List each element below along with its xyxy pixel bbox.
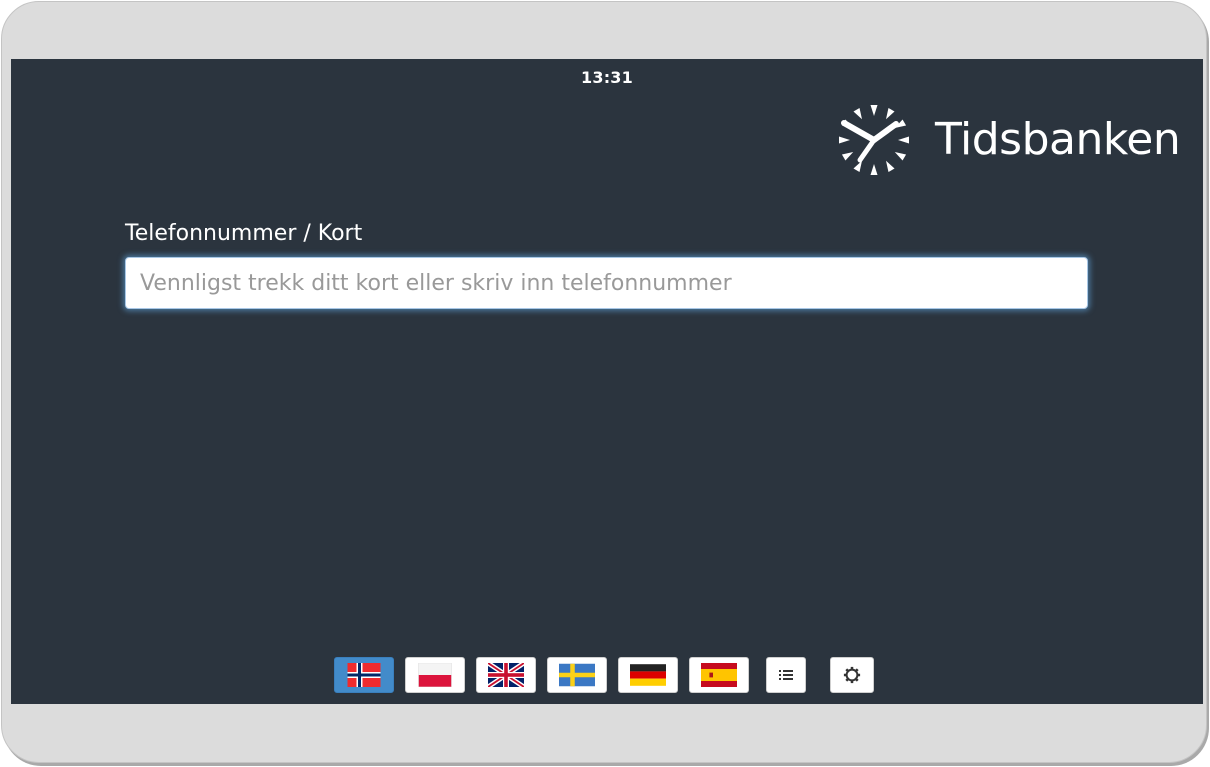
tidsbanken-clock-logo-icon [835, 101, 913, 179]
phone-card-input[interactable] [125, 257, 1088, 309]
flag-poland-icon [418, 663, 452, 687]
flag-uk-icon [488, 663, 524, 687]
kiosk-screen: 13:31 Tidsbanken Telefonnummer / Kort Ve… [11, 59, 1203, 704]
gear-icon [843, 666, 861, 684]
device-frame: 13:31 Tidsbanken Telefonnummer / Kort Ve… [1, 1, 1207, 763]
brand-name: Tidsbanken [935, 114, 1181, 165]
flag-sweden-icon [559, 663, 595, 687]
language-button-spanish[interactable] [689, 657, 749, 693]
clock-time: 13:31 [581, 68, 633, 87]
settings-button[interactable] [830, 657, 874, 693]
flag-norway-icon [347, 663, 381, 687]
language-button-polish[interactable] [405, 657, 465, 693]
language-button-swedish[interactable] [547, 657, 607, 693]
brand-logo: Tidsbanken [835, 101, 1181, 179]
language-button-norwegian[interactable] [334, 657, 394, 693]
language-button-english[interactable] [476, 657, 536, 693]
flag-spain-icon [701, 663, 737, 687]
language-toolbar [11, 657, 1203, 697]
language-button-german[interactable] [618, 657, 678, 693]
phone-card-label: Telefonnummer / Kort [125, 221, 363, 246]
flag-germany-icon [630, 664, 666, 686]
list-button[interactable] [766, 657, 806, 693]
list-icon [779, 670, 793, 680]
